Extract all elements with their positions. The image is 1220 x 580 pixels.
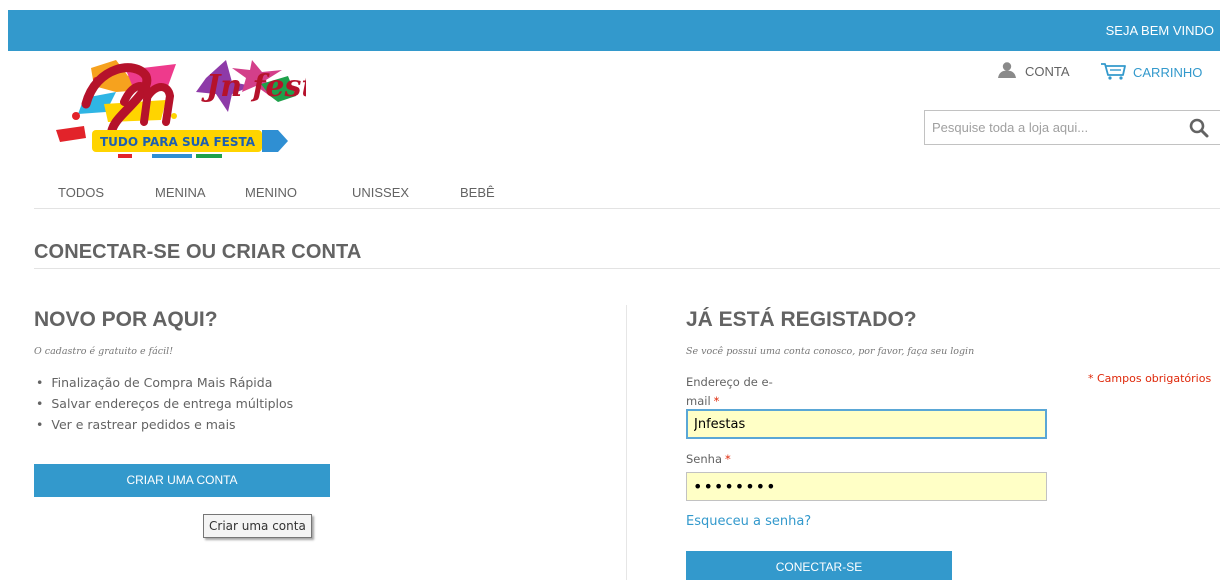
logo-graphic: Jn festas TUDO PARA SUA FESTA xyxy=(56,60,352,158)
cart-link[interactable]: CARRINHO xyxy=(1100,62,1202,83)
forgot-password-link[interactable]: Esqueceu a senha? xyxy=(686,514,811,529)
site-logo[interactable]: Jn festas TUDO PARA SUA FESTA xyxy=(56,56,352,160)
nav-item-todos[interactable]: TODOS xyxy=(58,185,155,200)
main-nav: TODOS MENINA MENINO UNISSEX BEBÊ xyxy=(58,185,495,200)
login-heading: JÁ ESTÁ REGISTADO? xyxy=(686,308,917,331)
nav-item-menino[interactable]: MENINO xyxy=(245,185,352,200)
login-subtitle: Se você possui uma conta conosco, por fa… xyxy=(686,346,975,357)
create-account-tooltip: Criar uma conta xyxy=(203,514,312,538)
new-customer-heading: NOVO POR AQUI? xyxy=(34,308,218,331)
top-welcome-bar: SEJA BEM VINDO xyxy=(8,10,1220,51)
search-icon[interactable] xyxy=(1188,117,1210,139)
nav-item-bebe[interactable]: BEBÊ xyxy=(460,185,495,200)
email-label-line2: mail xyxy=(686,394,711,408)
nav-item-menina[interactable]: MENINA xyxy=(155,185,245,200)
column-divider xyxy=(626,305,627,580)
email-field[interactable] xyxy=(686,409,1047,439)
password-label-text: Senha xyxy=(686,452,722,466)
page-title: CONECTAR-SE OU CRIAR CONTA xyxy=(34,241,362,263)
nav-divider xyxy=(34,208,1220,209)
account-link[interactable]: CONTA xyxy=(998,62,1070,81)
new-customer-subtitle: O cadastro é gratuito e fácil! xyxy=(34,346,174,357)
title-divider xyxy=(34,268,1220,269)
required-star: * xyxy=(713,394,720,408)
search-box xyxy=(924,110,1220,145)
welcome-message: SEJA BEM VINDO xyxy=(1105,23,1214,38)
required-star: * xyxy=(725,452,731,466)
search-input[interactable] xyxy=(925,111,1165,144)
login-button[interactable]: CONECTAR-SE xyxy=(686,551,952,580)
required-fields-note: * Campos obrigatórios xyxy=(1088,372,1212,385)
logo-tagline: TUDO PARA SUA FESTA xyxy=(100,135,256,149)
logo-word: Jn festas xyxy=(201,69,306,104)
email-label-line1: Endereço de e- xyxy=(686,375,773,389)
password-label: Senha * xyxy=(686,452,731,466)
account-label: CONTA xyxy=(1025,64,1070,79)
benefits-list: Finalização de Compra Mais Rápida Salvar… xyxy=(36,375,293,438)
create-account-button[interactable]: CRIAR UMA CONTA xyxy=(34,464,330,497)
benefit-item: Finalização de Compra Mais Rápida xyxy=(36,375,293,396)
user-icon xyxy=(998,62,1016,81)
email-label: Endereço de e- mail * xyxy=(686,373,773,411)
nav-item-unissex[interactable]: UNISSEX xyxy=(352,185,460,200)
cart-icon xyxy=(1100,62,1126,83)
benefit-item: Salvar endereços de entrega múltiplos xyxy=(36,396,293,417)
benefit-item: Ver e rastrear pedidos e mais xyxy=(36,417,293,438)
password-field[interactable] xyxy=(686,472,1047,501)
cart-label: CARRINHO xyxy=(1133,65,1203,80)
